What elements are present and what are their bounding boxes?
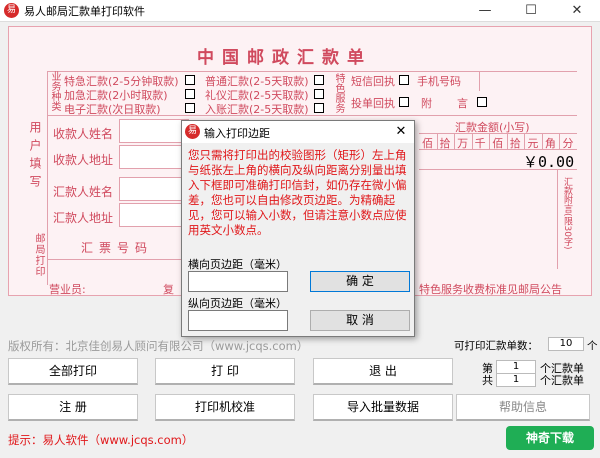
opt-electronic: 电子汇款(次日取款) — [64, 103, 161, 116]
sender-name-label: 汇款人姓名 — [53, 185, 114, 199]
payee-name-label: 收款人姓名 — [53, 127, 114, 141]
clerk-label: 营业员: — [49, 283, 86, 296]
close-button[interactable]: ✕ — [554, 0, 600, 22]
post-office-label: 邮局打印 — [33, 233, 44, 277]
sender-name-field[interactable] — [119, 177, 189, 201]
user-fill-label: 用户填写 — [28, 121, 42, 193]
printable-count-value: 10 — [548, 337, 584, 351]
review-label: 复 — [163, 283, 174, 296]
print-all-button[interactable]: 全部打印 — [8, 358, 138, 385]
v-margin-label: 纵向页边距（毫米） — [188, 297, 287, 310]
watermark-badge: 神奇下载 — [506, 426, 594, 450]
fee-notice: 特色服务收费标准见邮局公告 — [419, 283, 562, 296]
hint-text: 提示：易人软件（www.jcqs.com） — [8, 433, 194, 447]
dialog-message: 您只需将打印出的校验图形（矩形）左上角与纸张左上角的横向及纵向距离分别量出填入下… — [188, 148, 407, 237]
remark-label: 汇款附言(限30字) — [562, 177, 572, 250]
exit-button[interactable]: 退 出 — [313, 358, 453, 385]
title-bar: 易 易人邮局汇款单打印软件 — ☐ ✕ — [0, 0, 600, 22]
help-button[interactable]: 帮助信息 — [456, 394, 590, 421]
note-checkbox[interactable] — [477, 97, 487, 107]
maximize-button[interactable]: ☐ — [508, 0, 554, 22]
sender-address-label: 汇款人地址 — [53, 211, 114, 225]
h-margin-label: 横向页边距（毫米） — [188, 258, 287, 271]
gift-checkbox[interactable] — [314, 89, 324, 99]
electronic-checkbox[interactable] — [185, 103, 195, 113]
window-title: 易人邮局汇款单打印软件 — [24, 5, 145, 18]
account-checkbox[interactable] — [314, 103, 324, 113]
app-window: 易 易人邮局汇款单打印软件 — ☐ ✕ 中国邮政汇款单 业务种类 特急汇款(2-… — [0, 0, 600, 458]
express-checkbox[interactable] — [185, 75, 195, 85]
opt-delivery: 投单回执 — [351, 97, 395, 110]
margin-dialog: 易 输入打印边距 ✕ 您只需将打印出的校验图形（矩形）左上角与纸张左上角的横向及… — [181, 120, 415, 337]
phone-label: 手机号码 — [417, 75, 461, 88]
h-margin-input[interactable] — [188, 271, 288, 292]
payee-address-field[interactable] — [119, 145, 189, 169]
sender-address-field[interactable] — [119, 203, 189, 227]
special-service-label: 特色服务 — [333, 73, 344, 113]
opt-account: 入账汇款(2-5天取款) — [205, 103, 309, 116]
payee-address-label: 收款人地址 — [53, 153, 114, 167]
copyright-text: 版权所有：北京佳创易人顾问有限公司（www.jcqs.com） — [8, 339, 309, 353]
page-unit-2: 个汇款单 — [540, 374, 584, 387]
page-value-2: 1 — [496, 373, 536, 387]
import-button[interactable]: 导入批量数据 — [313, 394, 453, 421]
attach-label: 附 — [421, 97, 432, 110]
minimize-button[interactable]: — — [462, 0, 508, 22]
printable-count-label: 可打印汇款单数： — [454, 340, 538, 352]
calibrate-button[interactable]: 打印机校准 — [155, 394, 295, 421]
note-label: 言 — [457, 97, 468, 110]
printable-count-unit: 个 — [587, 340, 598, 352]
opt-sms: 短信回执 — [351, 75, 395, 88]
print-button[interactable]: 打 印 — [155, 358, 295, 385]
dialog-title: 输入打印边距 — [204, 127, 270, 140]
dialog-title-bar: 易 输入打印边距 ✕ — [182, 121, 414, 143]
app-logo-icon: 易 — [4, 3, 19, 18]
form-title: 中国邮政汇款单 — [197, 48, 372, 68]
ok-button[interactable]: 确 定 — [310, 271, 410, 292]
normal-checkbox[interactable] — [314, 75, 324, 85]
dialog-close-icon[interactable]: ✕ — [392, 123, 410, 141]
urgent-checkbox[interactable] — [185, 89, 195, 99]
cancel-button[interactable]: 取 消 — [310, 310, 410, 331]
app-logo-icon: 易 — [185, 124, 200, 139]
delivery-checkbox[interactable] — [399, 97, 409, 107]
payee-name-field[interactable] — [119, 119, 189, 143]
v-margin-input[interactable] — [188, 310, 288, 331]
sms-checkbox[interactable] — [399, 75, 409, 85]
page-label-2: 共 — [482, 374, 493, 387]
remit-number-label: 汇票号码 — [81, 241, 154, 255]
page-value-1[interactable]: 1 — [496, 360, 536, 374]
business-type-label: 业务种类 — [49, 71, 60, 111]
register-button[interactable]: 注 册 — [8, 394, 138, 421]
